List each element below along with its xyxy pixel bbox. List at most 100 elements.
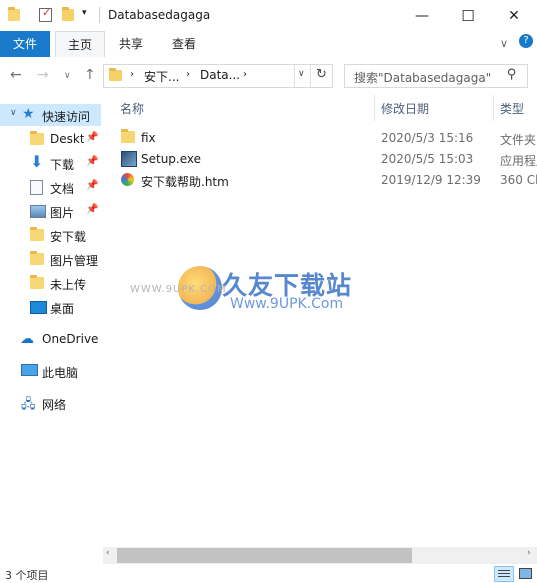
sidebar-item-label: 快速访问 [42,110,91,124]
maximize-button[interactable]: ☐ [445,0,491,31]
column-header-type[interactable]: 类型 [500,100,524,117]
scrollbar-thumb[interactable] [117,548,412,563]
tab-view[interactable]: 查看 [160,31,208,57]
sidebar-item-pictures[interactable]: 图片 📌 [0,200,101,222]
recent-locations-icon[interactable]: ∨ [64,71,71,81]
watermark-url-right: Www.9UPK.Com [230,296,344,312]
horizontal-scrollbar[interactable]: ‹ › [103,547,537,564]
checkbox-icon[interactable]: ✓ [39,6,52,22]
chevron-down-icon[interactable]: ∨ [10,108,17,118]
breadcrumb-separator-icon[interactable]: › [186,69,190,80]
watermark-url-left: WWW.9UPK.COM [130,284,227,295]
folder-icon [30,227,44,244]
list-item[interactable]: 安下载帮助.htm 2019/12/9 12:39 360 Ch [103,170,537,191]
download-arrow-icon: ⬇ [30,152,44,171]
sidebar-item-label: 未上传 [50,278,87,292]
pin-icon: 📌 [86,180,99,191]
window-title: Databasedagaga [108,8,211,22]
column-header-name[interactable]: 名称 [120,100,144,117]
new-folder-icon[interactable] [62,7,74,24]
sidebar-item-network[interactable]: 🖧 网络 [0,392,101,414]
file-type: 360 Ch [500,173,537,187]
list-item[interactable]: fix 2020/5/3 15:16 文件夹 [103,128,537,149]
sidebar-item-picture-manager[interactable]: 图片管理 [0,248,101,270]
desktop-icon [30,301,47,314]
file-date: 2020/5/3 15:16 [381,131,474,145]
navigation-bar: ← → ∨ ↑ › 安下... › Data... › ∨ ↻ 搜索"Datab… [0,57,537,95]
setup-exe-icon [121,151,137,167]
watermark: 久友下载站 WWW.9UPK.COM Www.9UPK.Com [130,262,450,332]
sidebar-item-label: 网络 [42,398,67,412]
sidebar-item-label: 安下载 [50,230,87,244]
pin-icon: 📌 [86,204,99,215]
large-icons-view-icon[interactable] [517,566,533,580]
sort-ascending-icon: ^ [241,95,249,102]
search-icon[interactable]: ⚲ [507,67,517,82]
sidebar-item-anxiazai[interactable]: 安下载 [0,224,101,246]
file-name: fix [141,131,156,145]
title-bar: ✓ ▾ Databasedagaga — ☐ ✕ [0,0,537,31]
title-separator [99,7,100,23]
file-name: 安下载帮助.htm [141,175,229,189]
sidebar-item-this-pc[interactable]: 此电脑 [0,360,101,382]
column-divider[interactable] [493,95,494,121]
breadcrumb-item[interactable]: 安下... [144,68,179,85]
tab-home[interactable]: 主页 [55,31,105,58]
sidebar-item-not-uploaded[interactable]: 未上传 [0,272,101,294]
status-bar: 3 个项目 [0,565,537,582]
file-name: Setup.exe [141,152,202,166]
list-item[interactable]: Setup.exe 2020/5/5 15:03 应用程序 [103,149,537,170]
folder-icon [121,129,135,146]
expand-ribbon-icon[interactable]: ∨ [500,37,508,50]
sidebar-item-onedrive[interactable]: ☁ OneDrive [0,328,101,350]
navigation-pane: ∨ ★ 快速访问 Deskt 📌 ⬇ 下载 📌 文档 📌 图片 📌 安下载 图片… [0,95,101,565]
address-dropdown-icon[interactable]: ∨ [298,69,305,79]
htm-file-icon [121,173,134,186]
scroll-left-icon[interactable]: ‹ [106,548,110,558]
breadcrumb-item[interactable]: Data... [200,68,240,82]
pin-icon: 📌 [86,156,99,167]
sidebar-item-label: 此电脑 [42,366,79,380]
refresh-icon[interactable]: ↻ [316,67,327,82]
sidebar-item-quick-access[interactable]: ∨ ★ 快速访问 [0,104,101,126]
cloud-icon: ☁ [20,331,34,347]
address-bar[interactable]: › 安下... › Data... › ∨ ↻ [103,64,333,88]
computer-icon [21,364,38,376]
minimize-button[interactable]: — [399,0,445,31]
document-icon [30,180,43,195]
sidebar-item-desktop[interactable]: Deskt 📌 [0,128,101,150]
picture-icon [30,205,46,218]
back-arrow-icon[interactable]: ← [10,67,22,83]
customize-quick-access-icon[interactable]: ▾ [82,8,87,18]
folder-icon [30,131,44,148]
star-icon: ★ [22,106,35,122]
sidebar-item-label: OneDrive [42,332,99,346]
network-icon: 🖧 [21,397,36,412]
column-divider[interactable] [374,95,375,121]
sidebar-item-documents[interactable]: 文档 📌 [0,176,101,198]
tab-share[interactable]: 共享 [107,31,155,57]
sidebar-item-label: Deskt [50,132,84,146]
ribbon: 文件 主页 共享 查看 ∨ ? [0,31,537,58]
details-view-icon[interactable] [494,566,514,582]
file-type: 应用程序 [500,154,537,168]
sidebar-item-downloads[interactable]: ⬇ 下载 📌 [0,152,101,174]
file-date: 2020/5/5 15:03 [381,152,474,166]
scroll-right-icon[interactable]: › [527,548,531,558]
pin-icon: 📌 [86,132,99,143]
help-icon[interactable]: ? [519,34,533,48]
forward-arrow-icon[interactable]: → [37,67,49,83]
tab-file[interactable]: 文件 [0,31,50,57]
folder-icon [30,251,44,268]
search-input[interactable]: 搜索"Databasedagaga" [354,69,491,86]
close-button[interactable]: ✕ [491,0,537,31]
breadcrumb-separator-icon[interactable]: › [130,69,134,80]
column-header-date[interactable]: 修改日期 [381,100,429,117]
file-date: 2019/12/9 12:39 [381,173,481,187]
up-arrow-icon[interactable]: ↑ [84,67,96,83]
sidebar-item-desktop-cn[interactable]: 桌面 [0,296,101,318]
file-type: 文件夹 [500,133,537,147]
sidebar-item-label: 图片管理 [50,254,99,268]
search-box[interactable]: 搜索"Databasedagaga" ⚲ [344,64,528,88]
breadcrumb-separator-icon[interactable]: › [243,69,247,80]
